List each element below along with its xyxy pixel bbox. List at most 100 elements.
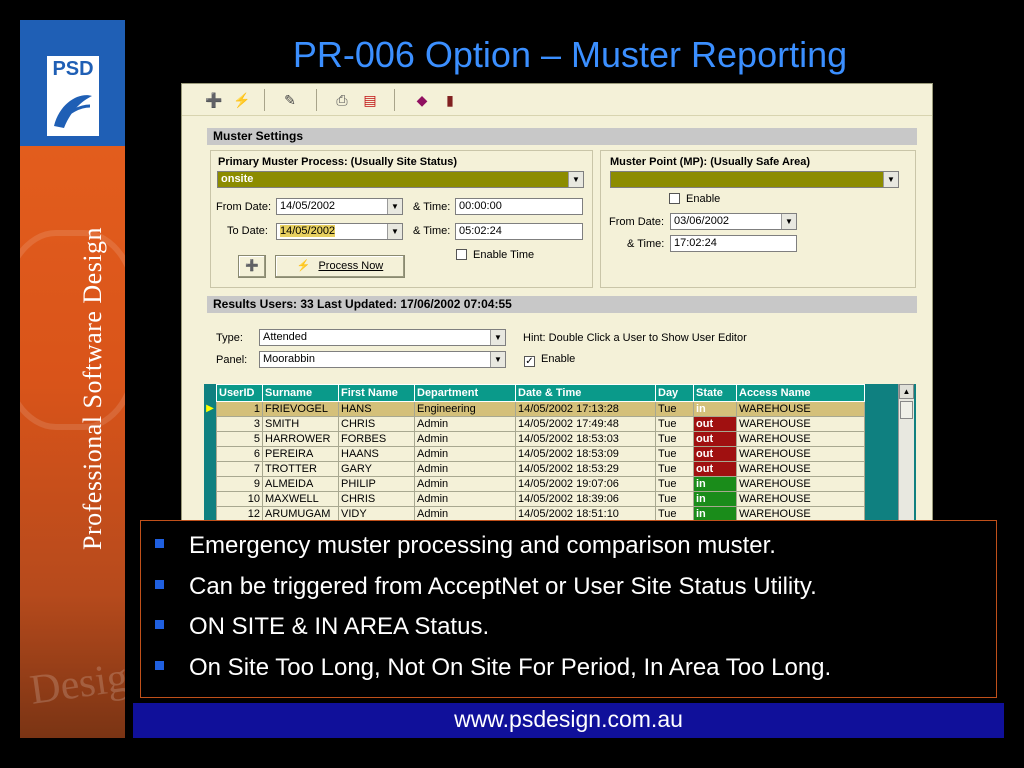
column-header[interactable]: State bbox=[693, 384, 737, 402]
brand-strip: PSD Professional Software Design Design bbox=[20, 20, 125, 738]
from-date-label: From Date: bbox=[216, 201, 272, 213]
cell-access: WAREHOUSE bbox=[736, 461, 865, 477]
chevron-down-icon[interactable]: ▼ bbox=[883, 172, 898, 187]
cell-userid: 6 bbox=[216, 446, 263, 462]
cell-datetime: 14/05/2002 17:13:28 bbox=[515, 401, 656, 417]
chevron-down-icon[interactable]: ▼ bbox=[490, 352, 505, 367]
grid-scrollbar[interactable]: ▲ bbox=[898, 384, 914, 522]
title-main: PR-006 Option bbox=[292, 34, 531, 75]
brush-icon[interactable]: ✎ bbox=[280, 90, 300, 110]
process-now-button[interactable]: ⚡ Process Now bbox=[275, 255, 405, 278]
cell-firstname: PHILIP bbox=[338, 476, 415, 492]
table-row[interactable]: 9 ALMEIDA PHILIP Admin 14/05/2002 19:07:… bbox=[216, 476, 865, 492]
cell-state: in bbox=[693, 476, 737, 492]
muster-app-window: ➕ ⚡ ✎ ⎙ ▤ ◆ ▮ Muster Settings Primary Mu… bbox=[181, 83, 933, 523]
chevron-down-icon[interactable]: ▼ bbox=[781, 214, 796, 229]
title-tail: Muster Reporting bbox=[571, 34, 848, 75]
bullet-square-icon bbox=[155, 579, 164, 589]
table-row[interactable]: 6 PEREIRA HAANS Admin 14/05/2002 18:53:0… bbox=[216, 446, 865, 462]
cell-userid: 1 bbox=[216, 401, 263, 417]
logo-swoosh-icon bbox=[54, 95, 92, 128]
list-item: Emergency muster processing and comparis… bbox=[155, 531, 831, 572]
chevron-down-icon[interactable]: ▼ bbox=[568, 172, 583, 187]
list-item: ON SITE & IN AREA Status. bbox=[155, 612, 831, 653]
mp-time-label: & Time: bbox=[627, 238, 665, 250]
cell-department: Admin bbox=[414, 476, 516, 492]
bullet-text: Emergency muster processing and comparis… bbox=[189, 532, 776, 559]
cell-state: in bbox=[693, 401, 737, 417]
title-dash: – bbox=[530, 34, 572, 75]
bullet-square-icon bbox=[155, 539, 164, 548]
column-header[interactable]: Department bbox=[414, 384, 516, 402]
scroll-thumb[interactable] bbox=[900, 401, 913, 419]
table-row[interactable]: 5 HARROWER FORBES Admin 14/05/2002 18:53… bbox=[216, 431, 865, 447]
export-icon[interactable]: ▤ bbox=[360, 90, 380, 110]
table-row[interactable]: 3 SMITH CHRIS Admin 14/05/2002 17:49:48 … bbox=[216, 416, 865, 432]
cell-state: out bbox=[693, 431, 737, 447]
column-header[interactable]: Date & Time bbox=[515, 384, 656, 402]
mp-enable-checkbox[interactable]: Enable bbox=[669, 193, 720, 205]
footer-url[interactable]: www.psdesign.com.au bbox=[454, 706, 683, 732]
cell-surname: SMITH bbox=[262, 416, 339, 432]
checkbox-box[interactable] bbox=[456, 249, 467, 260]
checkbox-box[interactable]: ✓ bbox=[524, 356, 535, 367]
checkbox-box[interactable] bbox=[669, 193, 680, 204]
cell-datetime: 14/05/2002 18:53:29 bbox=[515, 461, 656, 477]
primary-muster-label: Primary Muster Process: (Usually Site St… bbox=[218, 156, 458, 168]
column-header[interactable]: Access Name bbox=[736, 384, 865, 402]
footer-url-bar: www.psdesign.com.au bbox=[133, 703, 1004, 738]
toolbar-separator bbox=[394, 89, 395, 111]
type-select[interactable]: Attended ▼ bbox=[259, 329, 506, 346]
from-date-picker[interactable]: 14/05/2002 ▼ bbox=[276, 198, 403, 215]
add-user-icon[interactable]: ➕ bbox=[204, 90, 224, 110]
chevron-down-icon[interactable]: ▼ bbox=[387, 199, 402, 214]
panel-value: Moorabbin bbox=[263, 353, 315, 365]
table-row[interactable]: 7 TROTTER GARY Admin 14/05/2002 18:53:29… bbox=[216, 461, 865, 477]
cell-datetime: 14/05/2002 18:53:09 bbox=[515, 446, 656, 462]
bullet-text: Can be triggered from AcceptNet or User … bbox=[189, 572, 817, 600]
table-row[interactable]: 1 FRIEVOGEL HANS Engineering 14/05/2002 … bbox=[216, 401, 865, 417]
book-icon[interactable]: ◆ bbox=[412, 90, 432, 110]
print-icon[interactable]: ⎙ bbox=[332, 90, 352, 110]
cell-department: Admin bbox=[414, 416, 516, 432]
row-pointer-icon: ▶ bbox=[206, 403, 214, 414]
bullet-square-icon bbox=[155, 620, 164, 629]
cell-firstname: HAANS bbox=[338, 446, 415, 462]
exit-icon[interactable]: ▮ bbox=[440, 90, 460, 110]
muster-point-select[interactable]: ▼ bbox=[610, 171, 899, 188]
results-grid: ▶ UserID Surname First Name Department D… bbox=[204, 384, 916, 522]
chevron-down-icon[interactable]: ▼ bbox=[490, 330, 505, 345]
type-label: Type: bbox=[216, 332, 243, 344]
to-date-label: To Date: bbox=[227, 225, 268, 237]
from-time-input[interactable]: 00:00:00 bbox=[455, 198, 583, 215]
cell-department: Admin bbox=[414, 461, 516, 477]
to-date-picker[interactable]: 14/05/2002 ▼ bbox=[276, 223, 403, 240]
primary-muster-select[interactable]: onsite ▼ bbox=[217, 171, 584, 188]
mp-from-date-value: 03/06/2002 bbox=[674, 215, 730, 227]
mp-from-date-picker[interactable]: 03/06/2002 ▼ bbox=[670, 213, 797, 230]
add-user-button[interactable]: ➕ bbox=[238, 255, 266, 278]
to-time-input[interactable]: 05:02:24 bbox=[455, 223, 583, 240]
results-enable-checkbox[interactable]: ✓ Enable bbox=[524, 353, 575, 367]
lightning-icon: ⚡ bbox=[296, 260, 311, 272]
panel-select[interactable]: Moorabbin ▼ bbox=[259, 351, 506, 368]
cell-state: out bbox=[693, 446, 737, 462]
cell-firstname: GARY bbox=[338, 461, 415, 477]
lightning-icon[interactable]: ⚡ bbox=[232, 90, 252, 110]
logo-text: PSD bbox=[52, 58, 94, 80]
scroll-up-icon[interactable]: ▲ bbox=[899, 384, 914, 399]
mp-time-input[interactable]: 17:02:24 bbox=[670, 235, 797, 252]
cell-datetime: 14/05/2002 17:49:48 bbox=[515, 416, 656, 432]
add-user-icon: ➕ bbox=[245, 260, 259, 272]
cell-day: Tue bbox=[655, 401, 694, 417]
from-time-label: & Time: bbox=[413, 201, 451, 213]
toolbar-separator bbox=[316, 89, 317, 111]
chevron-down-icon[interactable]: ▼ bbox=[387, 224, 402, 239]
column-header[interactable]: UserID bbox=[216, 384, 263, 402]
cell-datetime: 14/05/2002 18:39:06 bbox=[515, 491, 656, 507]
enable-time-checkbox[interactable]: Enable Time bbox=[456, 249, 534, 261]
column-header[interactable]: Day bbox=[655, 384, 694, 402]
column-header[interactable]: First Name bbox=[338, 384, 415, 402]
table-row[interactable]: 10 MAXWELL CHRIS Admin 14/05/2002 18:39:… bbox=[216, 491, 865, 507]
column-header[interactable]: Surname bbox=[262, 384, 339, 402]
